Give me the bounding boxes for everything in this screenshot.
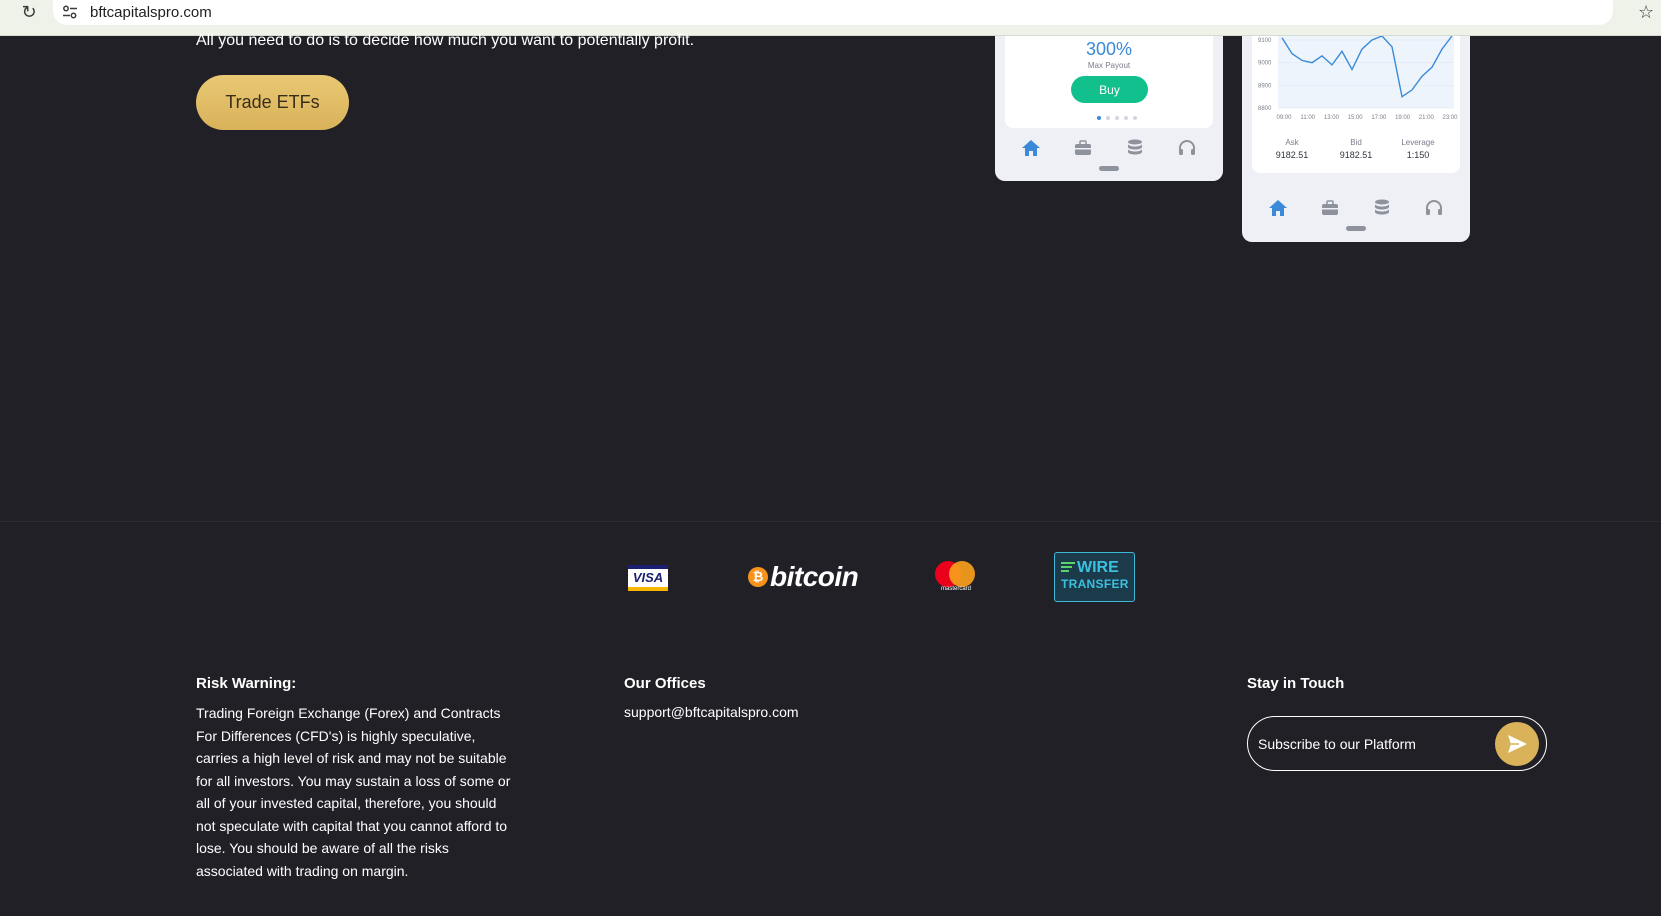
carousel-dot[interactable] xyxy=(1106,116,1110,120)
x-tick-label: 13:00 xyxy=(1324,115,1340,121)
carousel-dot[interactable] xyxy=(1115,116,1119,120)
leverage-label: Leverage xyxy=(1401,138,1435,147)
database-icon[interactable] xyxy=(1372,198,1392,218)
briefcase-icon[interactable] xyxy=(1320,198,1340,218)
bitcoin-icon: ₿ xyxy=(748,567,768,587)
x-tick-label: 09:00 xyxy=(1276,115,1292,121)
section-divider xyxy=(0,521,1661,522)
bid-quote: Bid 9182.51 xyxy=(1326,138,1386,160)
x-tick-label: 17:00 xyxy=(1371,115,1387,121)
site-settings-icon[interactable] xyxy=(62,5,78,19)
browser-toolbar: ↻ bftcapitalspro.com ☆ xyxy=(0,0,1661,36)
support-email-link[interactable]: support@bftcapitalspro.com xyxy=(624,704,799,720)
max-payout-value: 300% xyxy=(1085,39,1133,59)
x-tick-label: 19:00 xyxy=(1395,115,1411,121)
wire-wordmark: WIRE xyxy=(1077,559,1119,576)
carousel-dot[interactable] xyxy=(1097,116,1101,120)
subscribe-form xyxy=(1247,716,1547,771)
home-icon[interactable] xyxy=(1021,138,1041,158)
leverage-quote: Leverage 1:150 xyxy=(1388,138,1448,160)
trade-etfs-button[interactable]: Trade ETFs xyxy=(196,75,349,130)
y-tick-label: 8900 xyxy=(1258,83,1272,89)
phone-nav-bar xyxy=(995,138,1223,158)
briefcase-icon[interactable] xyxy=(1073,138,1093,158)
address-bar[interactable] xyxy=(53,0,1613,25)
phone-mockup-chart: 9100 9000 8900 8800 09:00 11:00 13:00 15:00 17:0… xyxy=(1242,36,1470,242)
visa-wordmark: VISA xyxy=(632,570,664,585)
wire-transfer-logo: WIRE TRANSFER xyxy=(1054,552,1135,602)
speed-lines-icon xyxy=(1061,562,1075,574)
x-tick-label: 23:00 xyxy=(1442,115,1458,121)
bitcoin-wordmark: bitcoin xyxy=(770,561,859,592)
max-payout-label: Max Payout xyxy=(1087,61,1131,70)
bookmark-star-icon[interactable]: ☆ xyxy=(1638,2,1654,23)
x-tick-label: 15:00 xyxy=(1348,115,1364,121)
hero-text: All you need to do is to decide how much… xyxy=(196,32,695,49)
carousel-dots xyxy=(1097,116,1137,120)
bid-value: 9182.51 xyxy=(1339,150,1373,160)
database-icon[interactable] xyxy=(1125,138,1145,158)
payout-card: 300% Max Payout Buy xyxy=(1005,36,1213,128)
buy-button[interactable]: Buy xyxy=(1071,76,1148,103)
home-indicator xyxy=(1099,166,1119,171)
x-tick-label: 11:00 xyxy=(1300,115,1315,121)
risk-warning-heading: Risk Warning: xyxy=(196,675,297,692)
headset-icon[interactable] xyxy=(1424,198,1444,218)
visa-logo: VISA xyxy=(628,565,668,591)
home-indicator xyxy=(1346,226,1366,231)
subscribe-send-button[interactable] xyxy=(1495,722,1539,766)
transfer-wordmark: TRANSFER xyxy=(1061,577,1129,591)
url-text[interactable]: bftcapitalspro.com xyxy=(90,4,212,21)
carousel-dot[interactable] xyxy=(1124,116,1128,120)
bid-label: Bid xyxy=(1350,138,1362,147)
carousel-dot[interactable] xyxy=(1133,116,1137,120)
phone-nav-bar xyxy=(1242,198,1470,218)
ask-quote: Ask 9182.51 xyxy=(1262,138,1322,160)
price-line-chart: 9100 9000 8900 8800 09:00 11:00 13:00 15:00 17:0… xyxy=(1258,36,1458,121)
mastercard-logo: mastercard xyxy=(935,561,977,595)
headset-icon[interactable] xyxy=(1177,138,1197,158)
our-offices-heading: Our Offices xyxy=(624,675,706,692)
home-icon[interactable] xyxy=(1268,198,1288,218)
stay-in-touch-heading: Stay in Touch xyxy=(1247,675,1345,692)
phone-mockup-payout: 300% Max Payout Buy xyxy=(995,36,1223,181)
chart-card: 9100 9000 8900 8800 09:00 11:00 13:00 15:00 17:0… xyxy=(1252,36,1460,173)
y-tick-label: 9100 xyxy=(1258,38,1272,44)
ask-value: 9182.51 xyxy=(1275,150,1309,160)
y-tick-label: 8800 xyxy=(1258,106,1272,112)
risk-warning-text: Trading Foreign Exchange (Forex) and Con… xyxy=(196,705,511,879)
x-tick-label: 21:00 xyxy=(1419,115,1435,121)
leverage-value: 1:150 xyxy=(1406,150,1430,160)
bitcoin-logo: ₿ bitcoin xyxy=(748,561,859,592)
ask-label: Ask xyxy=(1285,138,1299,147)
y-tick-label: 9000 xyxy=(1258,61,1272,67)
mastercard-wordmark: mastercard xyxy=(940,586,971,592)
send-icon xyxy=(1508,735,1527,753)
reload-icon[interactable]: ↻ xyxy=(19,3,39,23)
subscribe-input[interactable] xyxy=(1258,731,1488,756)
